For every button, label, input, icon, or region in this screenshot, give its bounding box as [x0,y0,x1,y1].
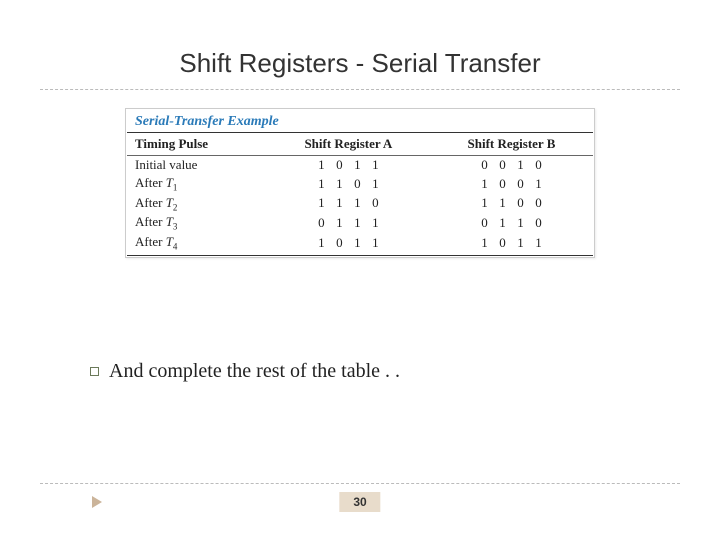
cell-reg-b: 0110 [430,213,593,233]
title-divider [40,89,680,90]
cell-timing: Initial value [127,156,267,175]
table-row: After T301110110 [127,213,593,233]
table-container: Serial-Transfer Example Timing Pulse Shi… [125,108,595,258]
cell-reg-b: 0010 [430,156,593,175]
bullet-item: And complete the rest of the table . . [90,360,400,383]
page-number: 30 [339,492,380,512]
footer-divider [40,483,680,484]
table-row: Initial value10110010 [127,156,593,175]
bullet-text: And complete the rest of the table . . [109,360,400,382]
table-caption: Serial-Transfer Example [127,110,593,132]
slide-title: Shift Registers - Serial Transfer [0,0,720,89]
col-register-a: Shift Register A [267,133,430,156]
cell-reg-b: 1100 [430,194,593,214]
cell-timing: After T1 [127,174,267,194]
cell-timing: After T2 [127,194,267,214]
cell-reg-a: 1011 [267,156,430,175]
table-row: After T410111011 [127,233,593,256]
bullet-square-icon [90,367,99,376]
col-register-b: Shift Register B [430,133,593,156]
table-row: After T111011001 [127,174,593,194]
cell-reg-a: 1110 [267,194,430,214]
cell-reg-b: 1001 [430,174,593,194]
table-row: After T211101100 [127,194,593,214]
cell-reg-a: 1011 [267,233,430,256]
col-timing-pulse: Timing Pulse [127,133,267,156]
cell-timing: After T3 [127,213,267,233]
play-triangle-icon [92,496,102,508]
serial-transfer-table: Timing Pulse Shift Register A Shift Regi… [127,132,593,256]
cell-timing: After T4 [127,233,267,256]
cell-reg-b: 1011 [430,233,593,256]
cell-reg-a: 1101 [267,174,430,194]
cell-reg-a: 0111 [267,213,430,233]
